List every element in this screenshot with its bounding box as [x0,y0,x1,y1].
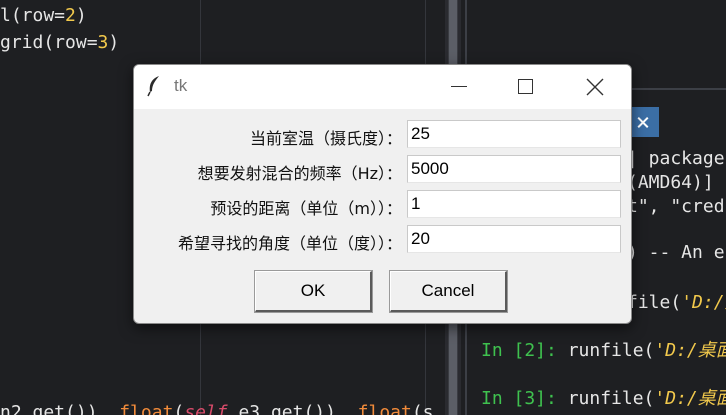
frequency-input[interactable]: 5000 [407,155,621,183]
maximize-button[interactable] [496,65,554,109]
cancel-button[interactable]: Cancel [389,270,508,313]
ok-button[interactable]: OK [254,270,373,313]
room-temperature-input[interactable]: 25 [407,120,621,148]
distance-label: 预设的距离（单位（m））： [210,199,402,218]
console-text: | package [627,148,725,169]
distance-input[interactable]: 1 [407,190,621,218]
feather-icon [147,76,159,97]
maximize-icon [518,79,533,94]
frequency-label: 想要发射混合的频率（Hz）： [197,164,402,183]
window-title: tk [174,76,188,95]
console-text: file('D:/桌面 [627,292,726,313]
angle-input[interactable]: 20 [407,225,621,253]
code-line: l(row=2) [0,5,87,26]
console-input-line: In [3]: runfile('D:/桌面 [481,388,726,409]
console-input-line: In [2]: runfile('D:/桌面 [481,340,726,361]
close-button[interactable] [566,65,624,109]
title-bar[interactable]: tk [134,65,631,109]
console-text: t", "cred [627,196,725,217]
close-icon [586,78,604,96]
minimize-icon [451,86,467,87]
room-temperature-label: 当前室温（摄氏度）： [249,129,402,148]
code-line: n2.get()), float(self.e3.get()), float(s [0,402,434,415]
console-text: (AMD64)] [627,172,714,193]
angle-label: 希望寻找的角度（单位（度））： [177,234,402,253]
minimize-button[interactable] [429,65,487,109]
code-line: grid(row=3) [0,32,120,53]
tk-dialog: tk 当前室温（摄氏度）： 25 想要发射混合的频率（Hz）： 5000 预设的… [133,64,632,324]
console-text: ) -- An en [627,242,726,263]
